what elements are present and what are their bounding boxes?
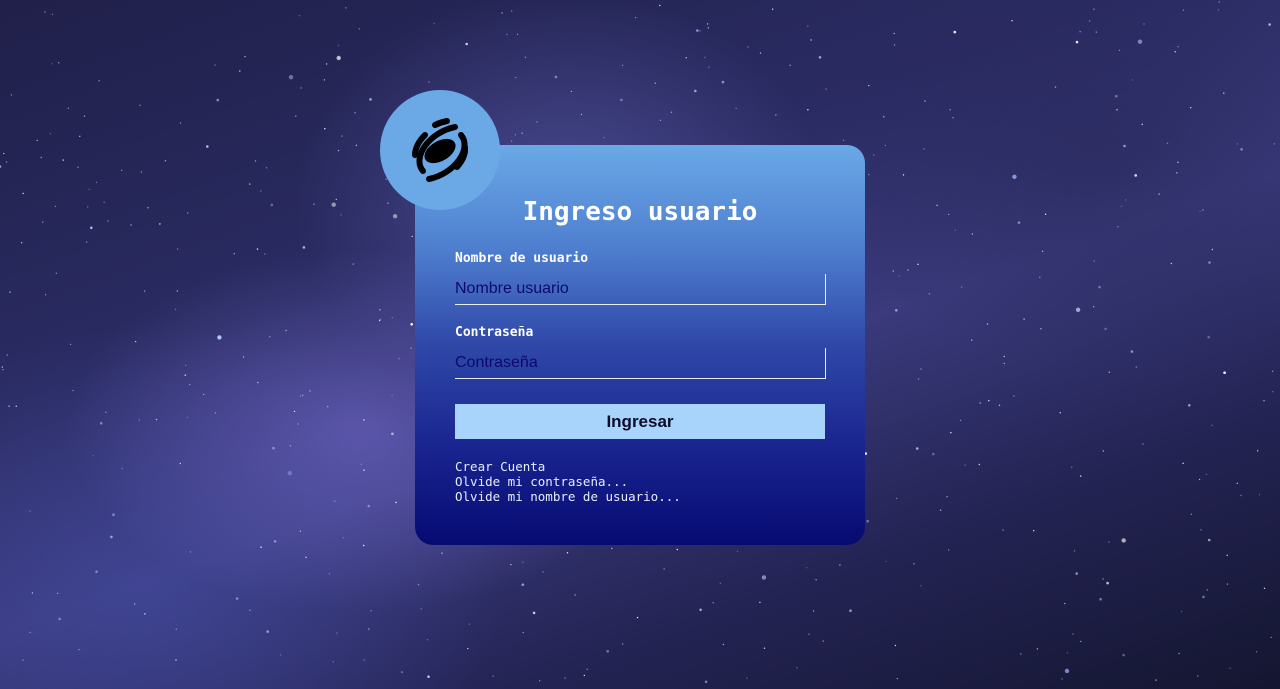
page-title: Ingreso usuario xyxy=(522,197,758,227)
galaxy-icon xyxy=(412,118,469,182)
help-links: Crear Cuenta Olvide mi contraseña... Olv… xyxy=(455,459,681,504)
password-label: Contraseña xyxy=(455,325,534,340)
forgot-username-link[interactable]: Olvide mi nombre de usuario... xyxy=(455,489,681,504)
create-account-link[interactable]: Crear Cuenta xyxy=(455,459,681,474)
login-button[interactable]: Ingresar xyxy=(455,404,825,439)
login-card: Ingreso usuario Nombre de usuario Contra… xyxy=(415,145,865,545)
username-label: Nombre de usuario xyxy=(455,251,589,266)
logo xyxy=(380,90,500,210)
username-input[interactable] xyxy=(455,274,826,305)
password-input[interactable] xyxy=(455,348,826,379)
forgot-password-link[interactable]: Olvide mi contraseña... xyxy=(455,474,681,489)
